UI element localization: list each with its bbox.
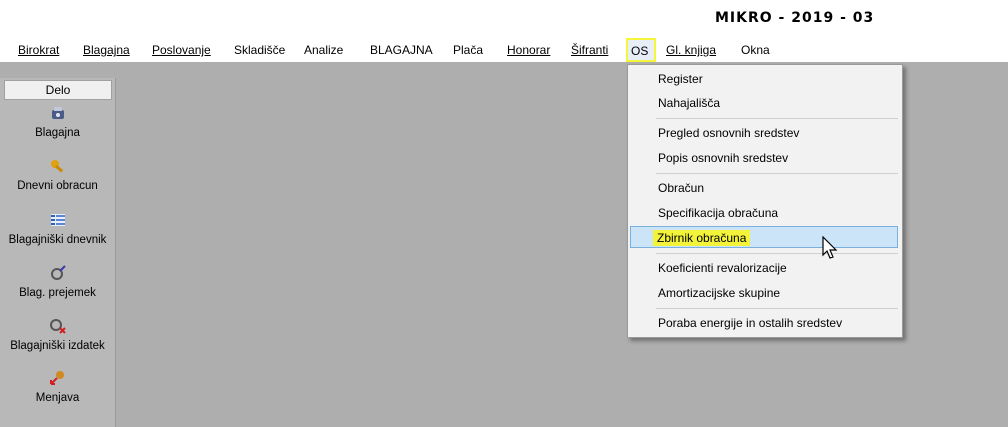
tool-dnevni-obracun[interactable]: Dnevni obracun: [0, 158, 115, 192]
menu-os[interactable]: OS: [626, 38, 656, 62]
menu-poslovanje[interactable]: Poslovanje: [148, 38, 215, 62]
menu-item-pregled-os[interactable]: Pregled osnovnih sredstev: [630, 122, 898, 144]
ledger-icon: [48, 212, 68, 230]
menu-item-amortizacijske[interactable]: Amortizacijske skupine: [630, 282, 898, 304]
highlight-marker: Zbirnik obračuna: [653, 230, 751, 246]
receipt-out-icon: [48, 318, 68, 336]
panel-header: Delo: [4, 80, 112, 100]
tool-label: Blagajna: [35, 127, 80, 139]
menu-blagajna-caps[interactable]: BLAGAJNA: [366, 38, 437, 62]
tool-blagajniski-dnevnik[interactable]: Blagajniški dnevnik: [0, 212, 115, 246]
menu-separator: [656, 253, 898, 254]
menu-item-poraba-energije[interactable]: Poraba energije in ostalih sredstev: [630, 312, 898, 334]
menu-birokrat[interactable]: Birokrat: [14, 38, 63, 62]
receipt-in-icon: [48, 265, 68, 283]
menu-item-register[interactable]: Register: [630, 68, 898, 90]
menu-item-koeficienti[interactable]: Koeficienti revalorizacije: [630, 257, 898, 279]
menu-gl-knjiga[interactable]: Gl. knjiga: [662, 38, 720, 62]
tool-label: Blagajniški izdatek: [10, 340, 105, 352]
tool-label: Menjava: [35, 392, 80, 404]
title-bar: MIKRO - 2019 - 03: [0, 0, 1008, 36]
menu-item-zbirnik-obracuna[interactable]: Zbirnik obračuna: [630, 226, 898, 248]
menu-okna[interactable]: Okna: [737, 38, 774, 62]
key-icon: [48, 158, 68, 176]
menu-bar: Birokrat Blagajna Poslovanje Skladišče A…: [0, 38, 1008, 62]
menu-skladisce[interactable]: Skladišče: [230, 38, 289, 62]
work-panel: Delo Blagajna Dnevni obracun Blagajniški…: [0, 78, 116, 427]
menu-placa[interactable]: Plača: [449, 38, 487, 62]
menu-blagajna[interactable]: Blagajna: [79, 38, 134, 62]
menu-analize[interactable]: Analize: [300, 38, 347, 62]
tool-blag-prejemek[interactable]: Blag. prejemek: [0, 265, 115, 299]
tool-blagajniski-izdatek[interactable]: Blagajniški izdatek: [0, 318, 115, 352]
menu-item-popis-os[interactable]: Popis osnovnih sredstev: [630, 147, 898, 169]
os-dropdown-menu: Register Nahajališča Pregled osnovnih sr…: [627, 64, 903, 338]
menu-item-nahajalisca[interactable]: Nahajališča: [630, 92, 898, 114]
tool-menjava[interactable]: Menjava: [0, 370, 115, 404]
menu-item-obracun[interactable]: Obračun: [630, 177, 898, 199]
tool-blagajna[interactable]: Blagajna: [0, 105, 115, 139]
tool-label: Dnevni obracun: [17, 180, 98, 192]
mouse-cursor-icon: [822, 236, 838, 259]
menu-separator: [656, 118, 898, 119]
menu-honorar[interactable]: Honorar: [503, 38, 554, 62]
menu-item-specifikacija[interactable]: Specifikacija obračuna: [630, 202, 898, 224]
tool-label: Blag. prejemek: [19, 287, 96, 299]
window-title: MIKRO - 2019 - 03: [715, 10, 875, 26]
cash-register-icon: [48, 105, 68, 123]
menu-sifranti[interactable]: Šifranti: [567, 38, 612, 62]
tool-label: Blagajniški dnevnik: [8, 234, 107, 246]
exchange-icon: [48, 370, 68, 388]
menu-separator: [656, 173, 898, 174]
menu-separator: [656, 308, 898, 309]
